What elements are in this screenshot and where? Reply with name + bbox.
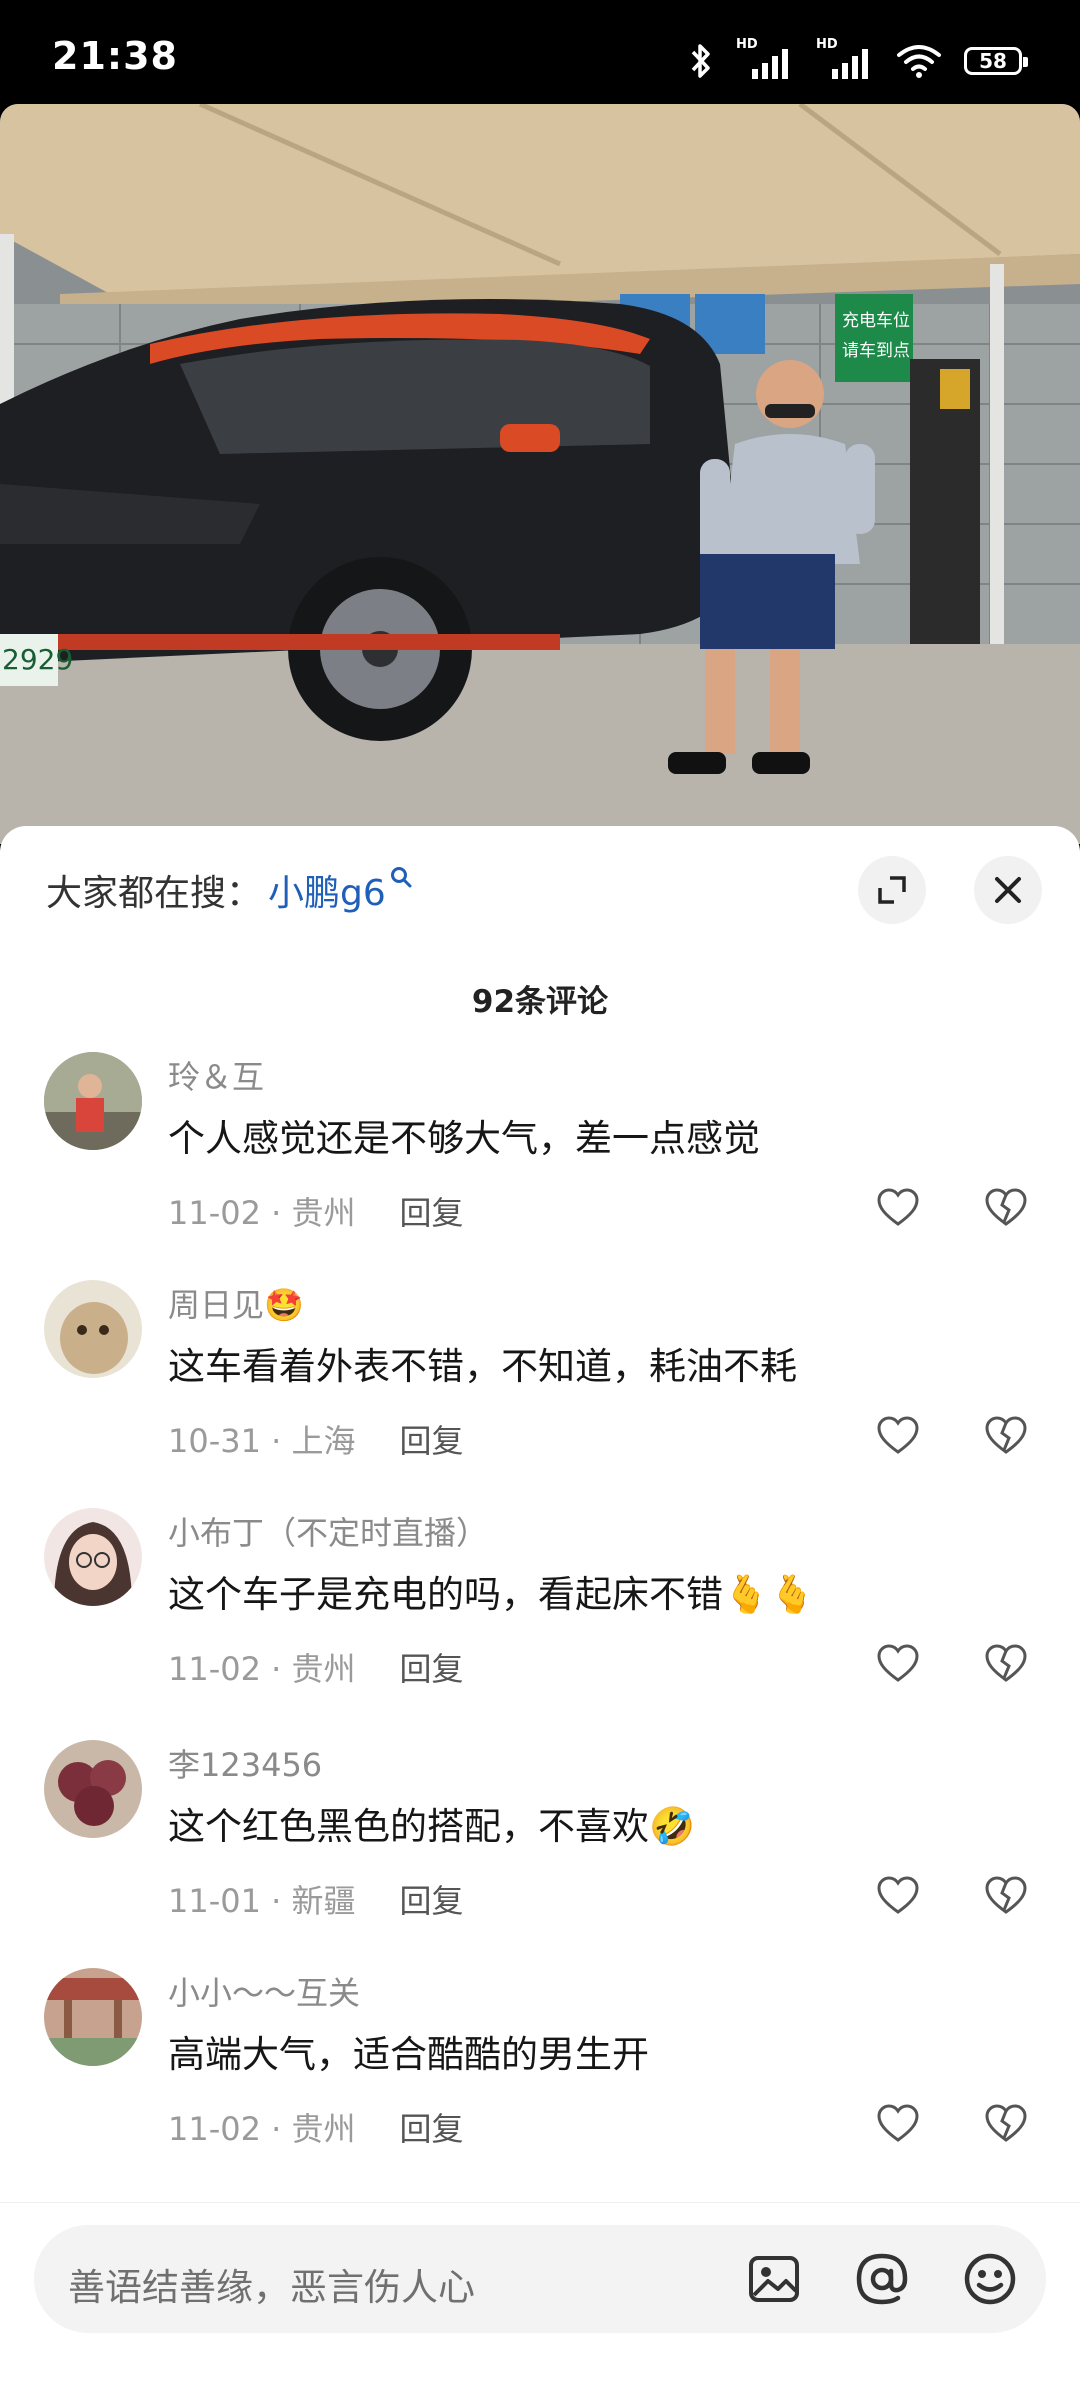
battery-level: 58 (979, 49, 1007, 73)
comment-date: 11-02 (168, 1194, 261, 1232)
comment-location: 新疆 (291, 1882, 356, 1920)
like-icon[interactable] (876, 2102, 920, 2146)
video-frame: 充电车位 请车到点 2929 (0, 104, 1080, 844)
avatar[interactable] (44, 1052, 142, 1150)
battery-icon: 58 (964, 47, 1028, 75)
reply-button[interactable]: 回复 (400, 1650, 464, 1688)
meta-separator: · (260, 1882, 292, 1920)
comment-location: 上海 (291, 1422, 356, 1460)
search-suggestion[interactable]: 大家都在搜： 小鹏g6 (46, 860, 412, 920)
comment-text: 这个红色黑色的搭配，不喜欢🤣 (168, 1805, 696, 1848)
comment-location: 贵州 (291, 1650, 356, 1688)
avatar[interactable] (44, 1508, 142, 1606)
comment-username[interactable]: 周日见🤩 (168, 1280, 304, 1326)
comment-input-bar: 善语结善缘，恶言伤人心 (0, 2202, 1080, 2353)
home-indicator[interactable] (340, 2372, 740, 2384)
comment-meta: 11-02 · 贵州 回复 (168, 1644, 464, 1690)
comment-item: 李123456 这个红色黑色的搭配，不喜欢🤣 11-01 · 新疆 回复 (0, 1740, 1080, 1968)
search-keyword[interactable]: 小鹏g6 (268, 864, 386, 916)
broken-heart-icon[interactable] (984, 1642, 1028, 1686)
comment-item: 小布丁（不定时直播） 这个车子是充电的吗，看起床不错🫰🫰 11-02 · 贵州 回… (0, 1508, 1080, 1736)
cell-signal-icon-2: HD (816, 37, 874, 81)
avatar[interactable] (44, 1280, 142, 1378)
search-suggestion-prefix: 大家都在搜： (46, 873, 263, 914)
comment-username[interactable]: 小小～～互关 (168, 1968, 360, 2014)
comment-meta: 10-31 · 上海 回复 (168, 1416, 464, 1462)
license-plate: 2929 (2, 643, 73, 676)
meta-separator: · (260, 1194, 292, 1232)
expand-icon (878, 876, 906, 904)
comment-input-placeholder: 善语结善缘，恶言伤人心 (68, 2266, 475, 2309)
reply-button[interactable]: 回复 (400, 1422, 464, 1460)
close-icon (995, 877, 1021, 903)
comment-meta: 11-02 · 贵州 回复 (168, 2104, 464, 2150)
status-bar: 21:38 HD HD 58 (0, 0, 1080, 104)
video-sign-2: 请车到点 (842, 341, 910, 361)
comment-date: 11-02 (168, 2110, 261, 2148)
meta-separator: · (260, 1422, 292, 1460)
reply-button[interactable]: 回复 (400, 1194, 464, 1232)
comment-meta: 11-01 · 新疆 回复 (168, 1876, 464, 1922)
like-icon[interactable] (876, 1414, 920, 1458)
comments-sheet: 大家都在搜： 小鹏g6 92条评论 玲＆互 个人感觉还是不够大气，差一点感觉 1… (0, 826, 1080, 2400)
comment-location: 贵州 (291, 2110, 356, 2148)
image-icon[interactable] (746, 2251, 802, 2307)
comment-date: 11-02 (168, 1650, 261, 1688)
comment-username[interactable]: 李123456 (168, 1740, 322, 1786)
expand-button[interactable] (858, 856, 926, 924)
comment-text: 这车看着外表不错，不知道，耗油不耗 (168, 1345, 797, 1388)
reply-button[interactable]: 回复 (400, 2110, 464, 2148)
close-button[interactable] (974, 856, 1042, 924)
broken-heart-icon[interactable] (984, 1414, 1028, 1458)
comment-text: 个人感觉还是不够大气，差一点感觉 (168, 1117, 760, 1160)
broken-heart-icon[interactable] (984, 1874, 1028, 1918)
comment-text: 这个车子是充电的吗，看起床不错🫰🫰 (168, 1573, 816, 1616)
emoji-icon[interactable] (962, 2251, 1018, 2307)
comment-meta: 11-02 · 贵州 回复 (168, 1188, 464, 1234)
avatar[interactable] (44, 1968, 142, 2066)
comment-item: 玲＆互 个人感觉还是不够大气，差一点感觉 11-02 · 贵州 回复 (0, 1052, 1080, 1280)
bluetooth-icon (691, 44, 710, 78)
comment-item: 小小～～互关 高端大气，适合酷酷的男生开 11-02 · 贵州 回复 (0, 1968, 1080, 2196)
status-icons: HD HD 58 (688, 36, 1028, 86)
avatar[interactable] (44, 1740, 142, 1838)
comment-username[interactable]: 小布丁（不定时直播） (168, 1508, 488, 1554)
watermark: @悟空评测 (916, 2360, 1066, 2395)
like-icon[interactable] (876, 1642, 920, 1686)
mention-icon[interactable] (854, 2251, 910, 2307)
meta-separator: · (260, 2110, 292, 2148)
like-icon[interactable] (876, 1874, 920, 1918)
wifi-icon (897, 45, 941, 78)
comment-username[interactable]: 玲＆互 (168, 1052, 264, 1098)
comment-count: 92条评论 (471, 984, 609, 1020)
comment-item: 周日见🤩 这车看着外表不错，不知道，耗油不耗 10-31 · 上海 回复 (0, 1280, 1080, 1508)
status-time: 21:38 (52, 34, 178, 78)
video-sign-1: 充电车位 (842, 311, 910, 331)
comment-date: 11-01 (168, 1882, 261, 1920)
video-player[interactable]: 充电车位 请车到点 2929 (0, 104, 1080, 844)
like-icon[interactable] (876, 1186, 920, 1230)
cell-signal-icon: HD (736, 37, 794, 81)
broken-heart-icon[interactable] (984, 1186, 1028, 1230)
comment-input[interactable]: 善语结善缘，恶言伤人心 (34, 2225, 1046, 2333)
comment-location: 贵州 (291, 1194, 356, 1232)
broken-heart-icon[interactable] (984, 2102, 1028, 2146)
reply-button[interactable]: 回复 (400, 1882, 464, 1920)
meta-separator: · (260, 1650, 292, 1688)
comment-text: 高端大气，适合酷酷的男生开 (168, 2033, 649, 2076)
comment-date: 10-31 (168, 1422, 261, 1460)
search-icon (390, 865, 412, 895)
